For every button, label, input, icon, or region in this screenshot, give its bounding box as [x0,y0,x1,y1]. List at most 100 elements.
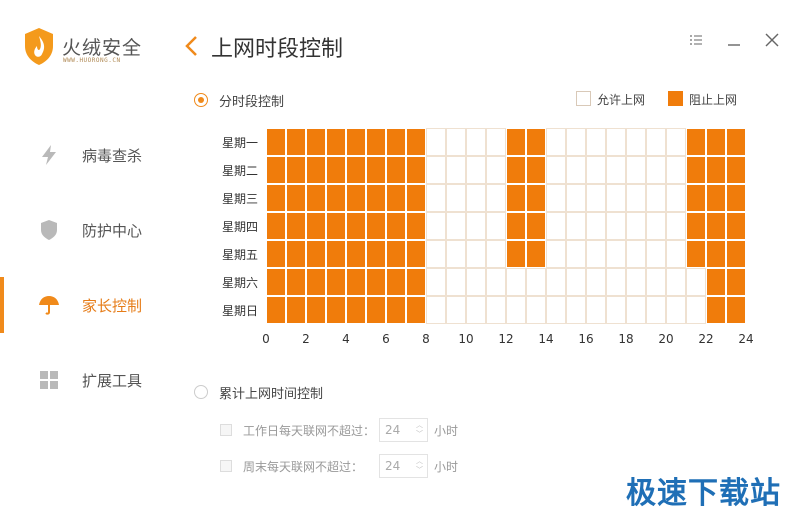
schedule-cell-blocked[interactable] [386,212,406,240]
schedule-cell-blocked[interactable] [346,240,366,268]
schedule-cell-allowed[interactable] [546,240,566,268]
schedule-cell-blocked[interactable] [326,128,346,156]
schedule-cell-allowed[interactable] [446,128,466,156]
schedule-cell-allowed[interactable] [666,156,686,184]
close-icon[interactable] [762,30,782,50]
schedule-cell-blocked[interactable] [526,240,546,268]
schedule-cell-allowed[interactable] [666,268,686,296]
schedule-cell-blocked[interactable] [286,212,306,240]
schedule-cell-allowed[interactable] [646,128,666,156]
schedule-cell-allowed[interactable] [586,268,606,296]
sidebar-item-virus-scan[interactable]: 病毒查杀 [0,127,175,183]
schedule-cell-blocked[interactable] [326,240,346,268]
schedule-cell-blocked[interactable] [706,156,726,184]
schedule-cell-allowed[interactable] [666,128,686,156]
schedule-cell-allowed[interactable] [586,296,606,324]
schedule-cell-blocked[interactable] [526,184,546,212]
schedule-cell-blocked[interactable] [286,296,306,324]
schedule-cell-blocked[interactable] [286,156,306,184]
schedule-cell-allowed[interactable] [606,296,626,324]
schedule-cell-blocked[interactable] [306,128,326,156]
schedule-cell-allowed[interactable] [666,296,686,324]
schedule-cell-allowed[interactable] [546,268,566,296]
schedule-cell-blocked[interactable] [306,156,326,184]
schedule-cell-blocked[interactable] [286,240,306,268]
schedule-cell-allowed[interactable] [606,240,626,268]
schedule-cell-blocked[interactable] [266,184,286,212]
schedule-cell-allowed[interactable] [466,156,486,184]
schedule-cell-allowed[interactable] [626,156,646,184]
schedule-cell-allowed[interactable] [606,268,626,296]
schedule-cell-allowed[interactable] [586,184,606,212]
schedule-cell-allowed[interactable] [546,296,566,324]
schedule-cell-allowed[interactable] [586,128,606,156]
schedule-cell-allowed[interactable] [466,184,486,212]
schedule-cell-blocked[interactable] [326,268,346,296]
schedule-cell-blocked[interactable] [366,296,386,324]
schedule-cell-blocked[interactable] [326,156,346,184]
schedule-cell-allowed[interactable] [546,212,566,240]
weekend-limit-checkbox[interactable] [220,460,232,472]
schedule-cell-blocked[interactable] [686,128,706,156]
schedule-cell-allowed[interactable] [526,268,546,296]
minimize-icon[interactable] [724,30,744,50]
schedule-cell-allowed[interactable] [506,296,526,324]
cumulative-mode-radio[interactable] [194,385,208,399]
schedule-cell-blocked[interactable] [346,184,366,212]
schedule-cell-allowed[interactable] [466,128,486,156]
schedule-cell-blocked[interactable] [726,296,746,324]
schedule-cell-allowed[interactable] [446,184,466,212]
schedule-cell-blocked[interactable] [366,156,386,184]
schedule-cell-blocked[interactable] [706,296,726,324]
schedule-cell-blocked[interactable] [346,268,366,296]
stepper-arrows-icon[interactable]: ︿ ﹀ [416,457,423,475]
schedule-cell-allowed[interactable] [566,128,586,156]
schedule-cell-blocked[interactable] [726,156,746,184]
schedule-cell-blocked[interactable] [306,268,326,296]
schedule-cell-blocked[interactable] [406,240,426,268]
schedule-cell-allowed[interactable] [566,268,586,296]
schedule-cell-allowed[interactable] [686,296,706,324]
chevron-left-icon[interactable] [182,34,202,58]
schedule-cell-blocked[interactable] [506,212,526,240]
schedule-cell-blocked[interactable] [706,268,726,296]
schedule-cell-blocked[interactable] [266,128,286,156]
schedule-cell-allowed[interactable] [426,184,446,212]
schedule-cell-blocked[interactable] [726,128,746,156]
menu-icon[interactable] [686,30,706,50]
schedule-cell-allowed[interactable] [446,240,466,268]
schedule-cell-blocked[interactable] [526,156,546,184]
schedule-cell-allowed[interactable] [626,240,646,268]
schedule-cell-blocked[interactable] [406,184,426,212]
schedule-cell-allowed[interactable] [446,156,466,184]
schedule-cell-allowed[interactable] [426,128,446,156]
schedule-grid[interactable] [266,128,746,324]
schedule-cell-allowed[interactable] [466,268,486,296]
schedule-cell-blocked[interactable] [386,296,406,324]
schedule-cell-allowed[interactable] [566,240,586,268]
schedule-cell-blocked[interactable] [686,212,706,240]
sidebar-item-parental-control[interactable]: 家长控制 [0,277,175,333]
schedule-cell-allowed[interactable] [446,296,466,324]
schedule-cell-blocked[interactable] [286,184,306,212]
schedule-cell-allowed[interactable] [666,240,686,268]
schedule-cell-allowed[interactable] [606,128,626,156]
schedule-cell-allowed[interactable] [626,212,646,240]
weekday-hours-stepper[interactable]: 24 ︿ ﹀ [379,418,428,442]
schedule-cell-blocked[interactable] [506,128,526,156]
schedule-cell-allowed[interactable] [586,240,606,268]
schedule-cell-blocked[interactable] [266,156,286,184]
schedule-cell-blocked[interactable] [306,296,326,324]
schedule-cell-allowed[interactable] [646,240,666,268]
schedule-cell-allowed[interactable] [486,268,506,296]
schedule-cell-allowed[interactable] [586,212,606,240]
schedule-cell-allowed[interactable] [626,184,646,212]
schedule-cell-allowed[interactable] [666,184,686,212]
schedule-cell-blocked[interactable] [306,212,326,240]
schedule-cell-blocked[interactable] [506,184,526,212]
schedule-cell-blocked[interactable] [686,184,706,212]
schedule-cell-allowed[interactable] [546,156,566,184]
schedule-cell-blocked[interactable] [366,240,386,268]
schedule-cell-blocked[interactable] [326,212,346,240]
schedule-cell-blocked[interactable] [386,184,406,212]
